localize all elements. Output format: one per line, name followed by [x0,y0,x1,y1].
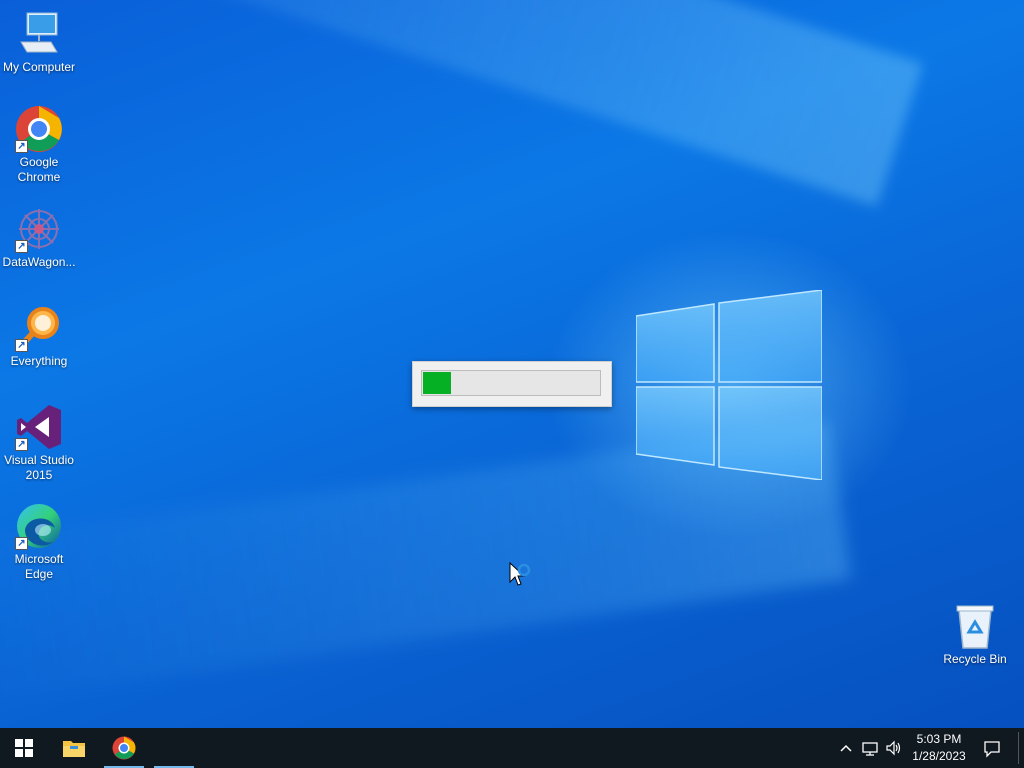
chevron-up-icon[interactable] [836,736,856,760]
desktop-background[interactable]: My Computer ↗ Google Chrome ↗ DataWagon.… [0,0,1024,728]
shortcut-arrow-icon: ↗ [15,240,28,253]
start-button[interactable] [0,728,48,768]
volume-icon[interactable] [884,736,904,760]
computer-icon [15,10,63,58]
progress-dialog [412,361,612,407]
taskbar-file-explorer[interactable] [50,728,98,768]
clock-time: 5:03 PM [916,732,962,746]
everything-search-icon: ↗ [15,304,63,352]
taskbar-clock[interactable]: 5:03 PM 1/28/2023 [904,731,974,765]
chrome-icon: ↗ [15,105,63,153]
desktop-icon-my-computer[interactable]: My Computer [0,10,78,75]
chrome-icon [112,736,136,760]
shortcut-arrow-icon: ↗ [15,438,28,451]
desktop-icon-label: My Computer [2,60,76,74]
shortcut-arrow-icon: ↗ [15,140,28,153]
desktop-icon-microsoft-edge[interactable]: ↗ Microsoft Edge [0,502,78,582]
desktop-icon-google-chrome[interactable]: ↗ Google Chrome [0,105,78,185]
desktop-icon-label: DataWagon... [2,255,76,269]
folder-icon [63,741,85,757]
windows-start-icon [15,739,33,757]
desktop-icon-recycle-bin[interactable]: Recycle Bin [936,602,1014,667]
network-icon[interactable] [860,736,880,760]
desktop-icon-visual-studio[interactable]: ↗ Visual Studio 2015 [0,403,78,483]
action-center-icon[interactable] [981,736,1003,760]
datawagon-icon: ↗ [15,205,63,253]
desktop-icon-label: Everything [10,354,68,368]
taskbar-google-chrome[interactable] [100,728,148,768]
taskbar-running-app[interactable] [150,728,198,768]
taskbar: 5:03 PM 1/28/2023 [0,728,1024,768]
clock-date: 1/28/2023 [912,749,966,763]
desktop-icon-everything[interactable]: ↗ Everything [0,304,78,369]
windows-logo-wallpaper [636,290,822,480]
busy-cursor-icon [509,562,531,586]
progress-bar-fill [423,372,451,394]
desktop-icon-label: Microsoft Edge [14,552,64,581]
edge-icon: ↗ [15,502,63,550]
shortcut-arrow-icon: ↗ [15,339,28,352]
recycle-bin-icon [951,602,999,650]
show-desktop-divider[interactable] [1018,732,1019,764]
desktop-icon-datawagon[interactable]: ↗ DataWagon... [0,205,78,270]
desktop-icon-label: Google Chrome [17,155,61,184]
light-beam [0,0,924,207]
progress-bar [421,370,601,396]
desktop-icon-label: Visual Studio 2015 [4,453,74,482]
desktop-icon-label: Recycle Bin [943,652,1007,666]
visual-studio-icon: ↗ [15,403,63,451]
shortcut-arrow-icon: ↗ [15,537,28,550]
